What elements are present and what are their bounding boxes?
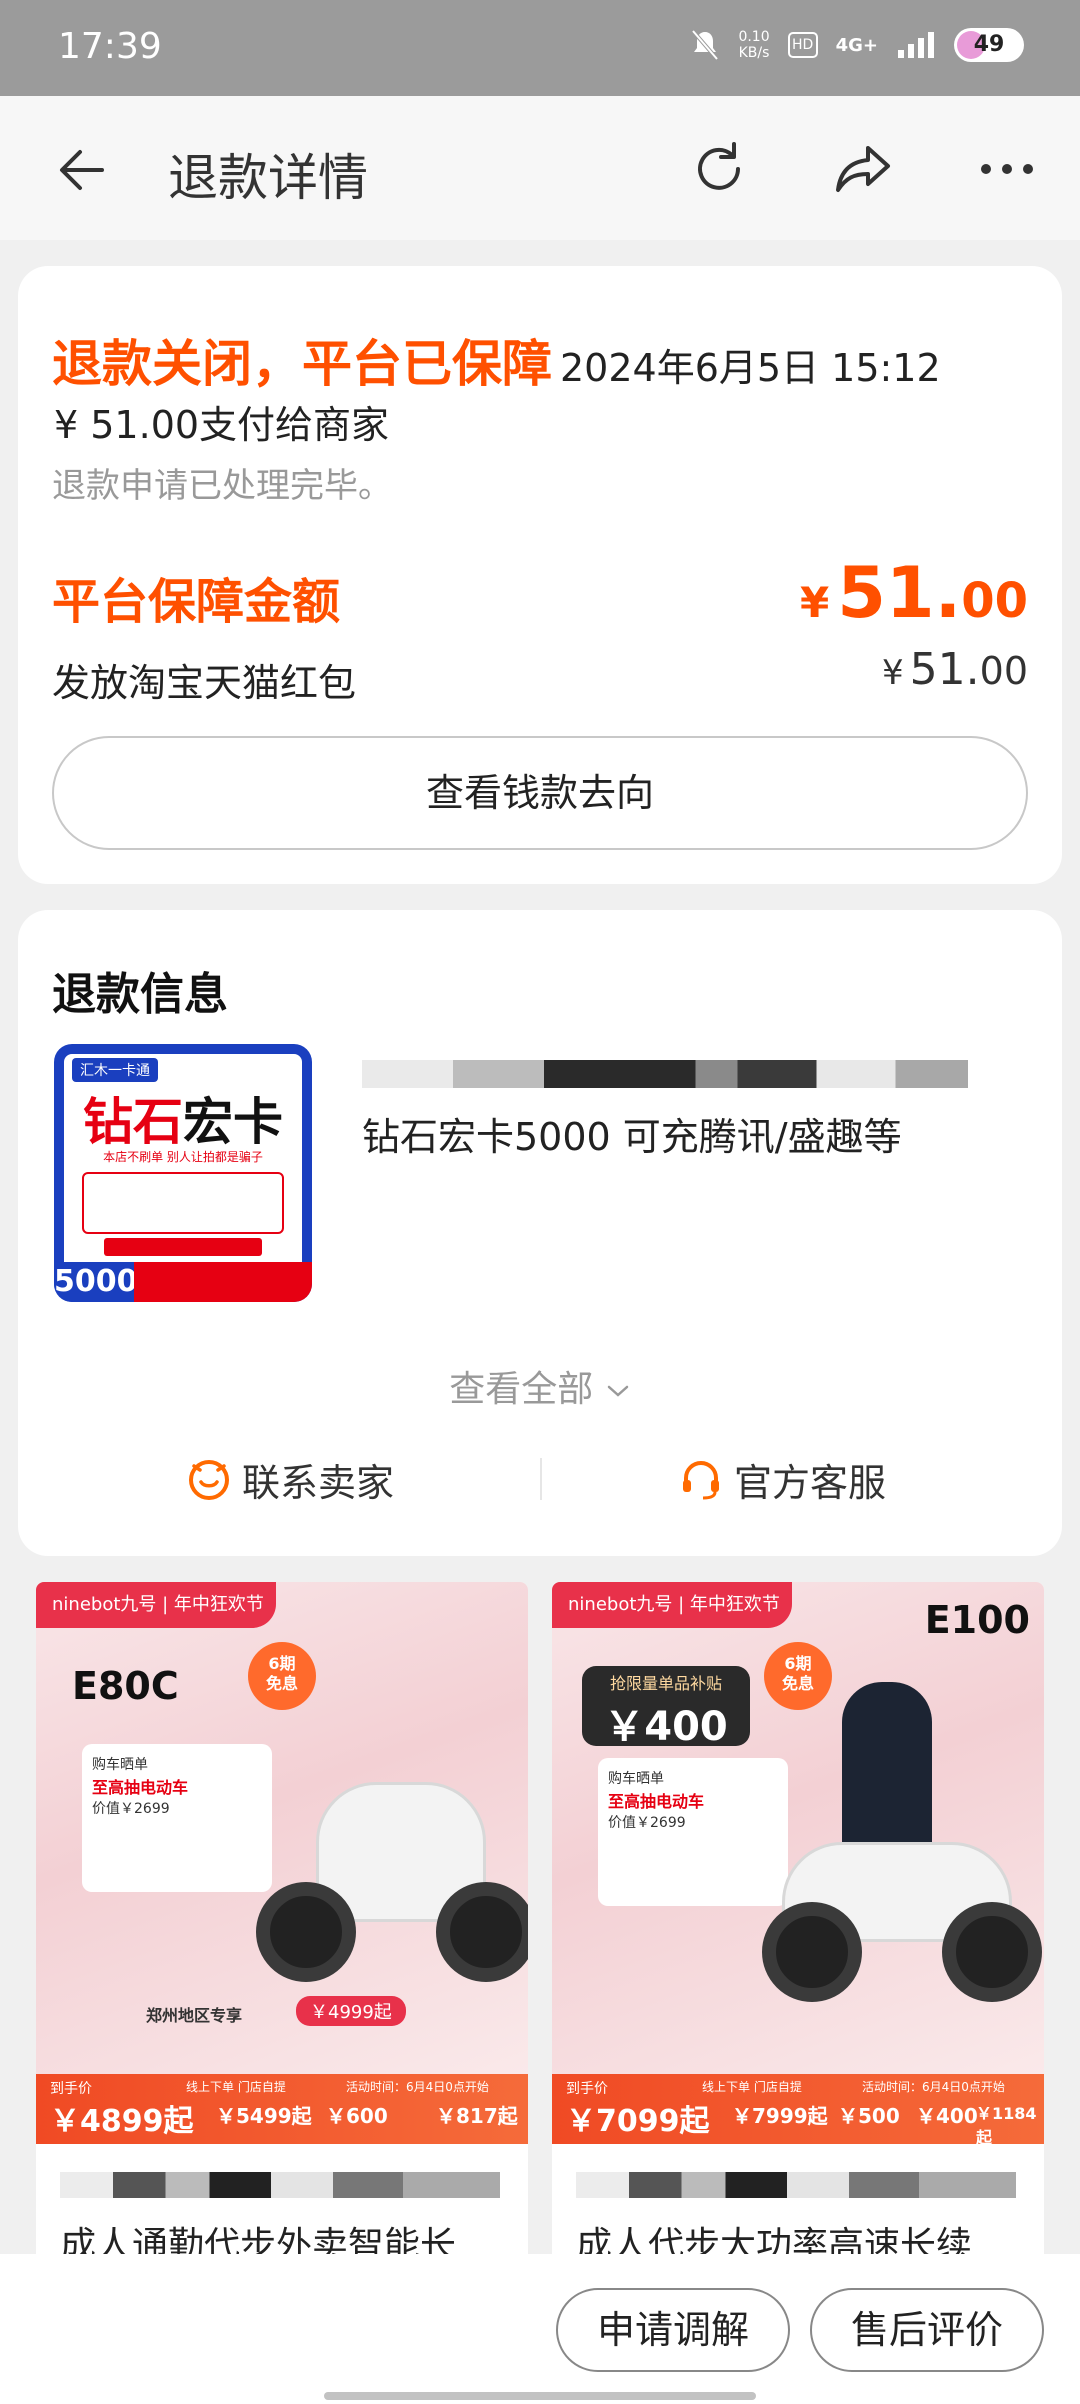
divider: [540, 1458, 542, 1500]
blurred-text: [60, 2172, 500, 2198]
status-date: 2024年6月5日 15:12: [560, 346, 941, 390]
contact-row: 联系卖家 官方客服: [18, 1444, 1062, 1514]
page-title: 退款详情: [168, 149, 368, 207]
promo-info-card: 购车晒单 至高抽电动车 价值￥2699: [598, 1758, 788, 1906]
mute-bell-icon: [691, 29, 719, 61]
refund-info-card: 退款信息 汇木一卡通 钻石宏卡 本店不刷单 别人让拍都是骗子 5000 钻石宏卡…: [18, 910, 1062, 1556]
model-name: E80C: [72, 1664, 179, 1708]
interest-free-badge: 6期 免息: [248, 1642, 316, 1710]
status-text: 退款关闭，平台已保障: [52, 335, 552, 393]
scooter-wheel: [942, 1902, 1042, 2002]
apply-mediation-button[interactable]: 申请调解: [556, 2288, 790, 2372]
view-money-flow-button[interactable]: 查看钱款去向: [52, 736, 1028, 850]
after-sale-review-button[interactable]: 售后评价: [810, 2288, 1044, 2372]
back-arrow-icon[interactable]: [52, 140, 112, 200]
thumb-number: 5000: [54, 1262, 138, 1302]
product-card[interactable]: ninebot九号 | 年中狂欢节 E100 6期 免息 抢限量单品补贴 ￥400…: [552, 1582, 1044, 2262]
model-name: E100: [924, 1598, 1030, 1642]
guarantee-amount-label: 平台保障金额: [52, 574, 341, 630]
hd-badge: HD: [787, 32, 818, 58]
interest-free-badge: 6期 免息: [764, 1642, 832, 1710]
product-banner-image: ninebot九号 | 年中狂欢节 E100 6期 免息 抢限量单品补贴 ￥400…: [552, 1582, 1044, 2074]
blurred-text: [362, 1060, 968, 1088]
price-bar: 到手价 ￥7099起 线上下单 门店自提 活动时间：6月4日0点开始 ￥7999…: [552, 2074, 1044, 2147]
refund-status-title: 退款关闭，平台已保障 2024年6月5日 15:12: [52, 324, 941, 396]
contact-seller-button[interactable]: 联系卖家: [186, 1444, 394, 1514]
product-title[interactable]: 钻石宏卡5000 可充腾讯/盛趣等: [362, 1106, 902, 1161]
refund-status-card: 退款关闭，平台已保障 2024年6月5日 15:12 ¥ 51.00支付给商家 …: [18, 266, 1062, 884]
signal-icon: [898, 32, 934, 58]
thumb-subline: 本店不刷单 别人让拍都是骗子: [103, 1150, 263, 1164]
chevron-down-icon: [607, 1385, 628, 1397]
home-indicator[interactable]: [324, 2392, 756, 2400]
headset-icon: [683, 1461, 719, 1500]
product-thumbnail[interactable]: 汇木一卡通 钻石宏卡 本店不刷单 别人让拍都是骗子 5000: [54, 1044, 312, 1302]
net-speed: 0.10 KB/s: [738, 29, 770, 61]
product-card[interactable]: ninebot九号 | 年中狂欢节 E80C 6期 免息 购车晒单 至高抽电动车 …: [36, 1582, 528, 2262]
brand-logo: ninebot九号 | 年中狂欢节: [36, 1582, 276, 1628]
processed-note: 退款申请已处理完毕。: [52, 466, 392, 506]
refresh-icon[interactable]: [686, 136, 752, 202]
thumb-tag: 汇木一卡通: [72, 1058, 158, 1082]
scooter-wheel: [256, 1882, 356, 1982]
scooter-wheel: [436, 1882, 528, 1982]
refund-info-title: 退款信息: [52, 969, 228, 1020]
more-icon[interactable]: [974, 136, 1040, 202]
subsidy-promo: 抢限量单品补贴 ￥400: [582, 1666, 750, 1750]
status-bar: 17:39 0.10 KB/s HD 4G+ 49: [0, 0, 1080, 96]
promo-info-card: 购车晒单 至高抽电动车 价值￥2699: [82, 1744, 272, 1892]
status-time: 17:39: [58, 26, 162, 67]
guarantee-amount: ¥ 51. 00: [799, 552, 1028, 634]
seller-smile-icon: [189, 1460, 229, 1500]
blurred-text: [576, 2172, 1016, 2198]
bottom-action-bar: 申请调解 售后评价: [0, 2254, 1080, 2404]
status-icons: 0.10 KB/s HD 4G+ 49: [690, 28, 1024, 62]
region-price: ￥4999起: [296, 1996, 406, 2026]
product-banner-image: ninebot九号 | 年中狂欢节 E80C 6期 免息 购车晒单 至高抽电动车 …: [36, 1582, 528, 2074]
final-price: ￥7099起: [566, 2104, 710, 2139]
final-price: ￥4899起: [50, 2104, 194, 2139]
pay-to-merchant-line: ¥ 51.00支付给商家: [54, 403, 390, 447]
red-packet-amount: ¥ 51. 00: [882, 644, 1028, 695]
scooter-wheel: [762, 1902, 862, 2002]
price-bar: 到手价 ￥4899起 线上下单 门店自提 活动时间：6月4日0点开始 ￥5499…: [36, 2074, 528, 2144]
share-icon[interactable]: [830, 136, 896, 202]
red-packet-label: 发放淘宝天猫红包: [52, 661, 357, 705]
brand-logo: ninebot九号 | 年中狂欢节: [552, 1582, 792, 1628]
top-nav: 退款详情: [0, 96, 1080, 240]
network-type: 4G+: [835, 34, 878, 56]
battery-indicator: 49: [954, 28, 1024, 62]
view-all-button[interactable]: 查看全部: [18, 1360, 1062, 1412]
thumb-headline: 钻石宏卡: [83, 1093, 283, 1151]
official-service-button[interactable]: 官方客服: [678, 1444, 886, 1514]
region-text: 郑州地区专享: [146, 2006, 243, 2025]
